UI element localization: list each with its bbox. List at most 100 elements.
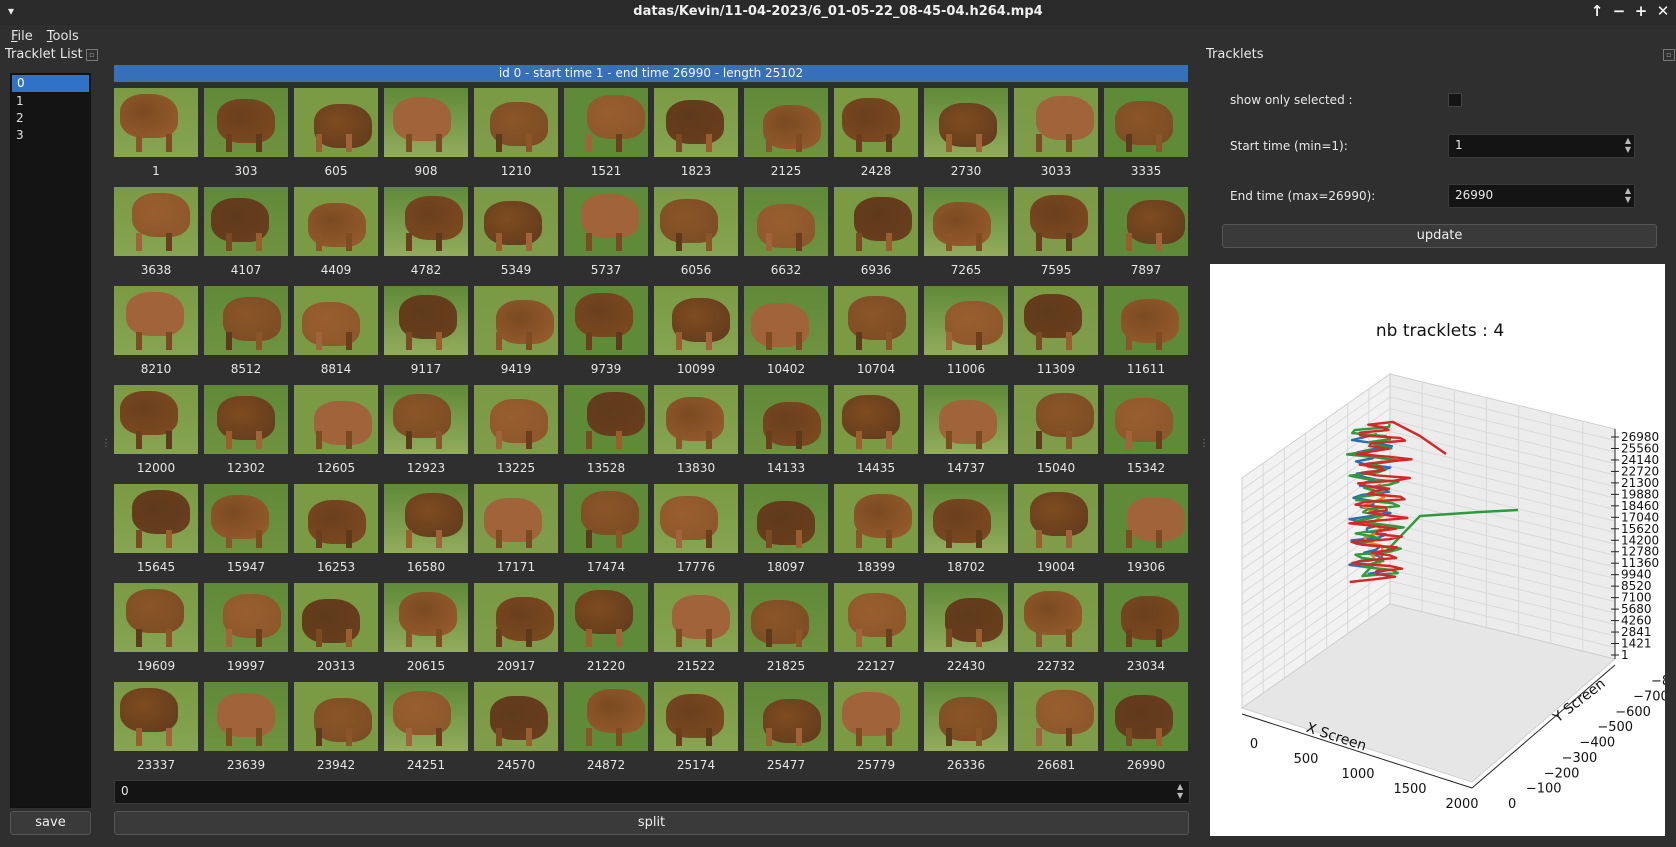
tracklet-list[interactable]: 0 1 2 3 <box>10 73 91 808</box>
frame-thumbnail[interactable]: 22127 <box>834 583 918 682</box>
split-frame-input[interactable]: 0 ▲ ▼ <box>114 780 1190 804</box>
close-icon[interactable]: ✕ <box>1656 2 1670 20</box>
spin-arrows-icon[interactable]: ▲ ▼ <box>1177 782 1187 800</box>
frame-thumbnail[interactable]: 605 <box>294 88 378 187</box>
frame-thumbnail[interactable]: 1521 <box>564 88 648 187</box>
frame-thumbnail[interactable]: 12923 <box>384 385 468 484</box>
frame-thumbnail[interactable]: 6936 <box>834 187 918 286</box>
show-only-selected-checkbox[interactable] <box>1448 93 1462 107</box>
list-item[interactable]: 0 <box>12 75 89 92</box>
frame-thumbnail[interactable]: 15342 <box>1104 385 1188 484</box>
frame-thumbnail[interactable]: 6056 <box>654 187 738 286</box>
frame-thumbnail[interactable]: 18702 <box>924 484 1008 583</box>
tracklet-3d-plot[interactable]: nb tracklets : 4 0 500 1000 1500 2000 X Scree… <box>1210 264 1676 836</box>
frame-thumbnail[interactable]: 19609 <box>114 583 198 682</box>
frame-thumbnail[interactable]: 7897 <box>1104 187 1188 286</box>
frame-thumbnail[interactable]: 19306 <box>1104 484 1188 583</box>
frame-thumbnail[interactable]: 17474 <box>564 484 648 583</box>
list-item[interactable]: 2 <box>11 110 90 127</box>
frame-thumbnail[interactable]: 20615 <box>384 583 468 682</box>
frame-thumbnail[interactable]: 5737 <box>564 187 648 286</box>
split-button[interactable]: split <box>114 811 1189 835</box>
frame-thumbnail[interactable]: 21825 <box>744 583 828 682</box>
frame-thumbnail[interactable]: 9419 <box>474 286 558 385</box>
spin-arrows-icon[interactable]: ▲ ▼ <box>1625 136 1631 154</box>
frame-thumbnail[interactable]: 9739 <box>564 286 648 385</box>
frame-thumbnail[interactable]: 12000 <box>114 385 198 484</box>
frame-thumbnail[interactable]: 12605 <box>294 385 378 484</box>
keep-above-icon[interactable]: ↑ <box>1590 2 1604 20</box>
frame-thumbnail[interactable]: 6632 <box>744 187 828 286</box>
frame-thumbnail[interactable]: 11006 <box>924 286 1008 385</box>
save-button[interactable]: save <box>10 811 91 835</box>
splitter-handle[interactable]: ⋮ <box>101 438 111 449</box>
frame-thumbnail[interactable]: 24570 <box>474 682 558 781</box>
frame-thumbnail[interactable]: 25477 <box>744 682 828 781</box>
frame-thumbnail[interactable]: 20917 <box>474 583 558 682</box>
list-item[interactable]: 3 <box>11 127 90 144</box>
frame-thumbnail[interactable]: 10704 <box>834 286 918 385</box>
frame-thumbnail[interactable]: 19004 <box>1014 484 1098 583</box>
frame-thumbnail[interactable]: 10402 <box>744 286 828 385</box>
frame-thumbnail[interactable]: 4107 <box>204 187 288 286</box>
frame-thumbnail[interactable]: 1 <box>114 88 198 187</box>
frame-thumbnail[interactable]: 2125 <box>744 88 828 187</box>
frame-thumbnail[interactable]: 23034 <box>1104 583 1188 682</box>
list-item[interactable]: 1 <box>11 93 90 110</box>
splitter-handle[interactable]: ⋮ <box>1199 438 1209 449</box>
menu-file[interactable]: File <box>11 29 33 44</box>
frame-thumbnail[interactable]: 21220 <box>564 583 648 682</box>
frame-thumbnail[interactable]: 26336 <box>924 682 1008 781</box>
frame-thumbnail[interactable]: 11611 <box>1104 286 1188 385</box>
frame-thumbnail[interactable]: 13830 <box>654 385 738 484</box>
frame-thumbnail[interactable]: 15040 <box>1014 385 1098 484</box>
frame-thumbnail[interactable]: 25779 <box>834 682 918 781</box>
frame-thumbnail[interactable]: 18097 <box>744 484 828 583</box>
frame-thumbnail[interactable]: 22732 <box>1014 583 1098 682</box>
frame-thumbnail[interactable]: 13225 <box>474 385 558 484</box>
frame-thumbnail[interactable]: 15947 <box>204 484 288 583</box>
frame-thumbnail[interactable]: 10099 <box>654 286 738 385</box>
frame-thumbnail[interactable]: 8814 <box>294 286 378 385</box>
frame-thumbnail[interactable]: 20313 <box>294 583 378 682</box>
frame-thumbnail[interactable]: 2730 <box>924 88 1008 187</box>
menu-tools[interactable]: Tools <box>47 29 79 44</box>
frame-thumbnail[interactable]: 25174 <box>654 682 738 781</box>
frame-thumbnail[interactable]: 18399 <box>834 484 918 583</box>
frame-thumbnail[interactable]: 26990 <box>1104 682 1188 781</box>
frame-thumbnail[interactable]: 14133 <box>744 385 828 484</box>
frame-thumbnail[interactable]: 16253 <box>294 484 378 583</box>
frame-thumbnail[interactable]: 5349 <box>474 187 558 286</box>
spin-arrows-icon[interactable]: ▲ ▼ <box>1625 186 1631 204</box>
frame-thumbnail[interactable]: 3033 <box>1014 88 1098 187</box>
frame-thumbnail[interactable]: 15645 <box>114 484 198 583</box>
end-time-input[interactable]: 26990 ▲ ▼ <box>1448 184 1635 208</box>
frame-thumbnail[interactable]: 7265 <box>924 187 1008 286</box>
frame-thumbnail[interactable]: 2428 <box>834 88 918 187</box>
frame-thumbnail[interactable]: 1210 <box>474 88 558 187</box>
frame-thumbnail[interactable]: 22430 <box>924 583 1008 682</box>
frame-thumbnail[interactable]: 23639 <box>204 682 288 781</box>
update-button[interactable]: update <box>1222 224 1657 248</box>
frame-thumbnail[interactable]: 24872 <box>564 682 648 781</box>
frame-thumbnail[interactable]: 1823 <box>654 88 738 187</box>
frame-thumbnail[interactable]: 23337 <box>114 682 198 781</box>
frame-thumbnail[interactable]: 14737 <box>924 385 1008 484</box>
dock-float-icon[interactable]: ▫ <box>1663 49 1675 61</box>
minimize-icon[interactable]: − <box>1612 2 1626 20</box>
start-time-input[interactable]: 1 ▲ ▼ <box>1448 134 1635 158</box>
frame-thumbnail[interactable]: 11309 <box>1014 286 1098 385</box>
frame-thumbnail[interactable]: 303 <box>204 88 288 187</box>
frame-thumbnail[interactable]: 7595 <box>1014 187 1098 286</box>
frame-thumbnail[interactable]: 24251 <box>384 682 468 781</box>
frame-thumbnail[interactable]: 21522 <box>654 583 738 682</box>
frame-thumbnail[interactable]: 3335 <box>1104 88 1188 187</box>
frame-thumbnail[interactable]: 8210 <box>114 286 198 385</box>
frame-thumbnail[interactable]: 14435 <box>834 385 918 484</box>
frame-thumbnail[interactable]: 9117 <box>384 286 468 385</box>
dock-float-icon[interactable]: ▫ <box>86 49 98 61</box>
frame-thumbnail[interactable]: 4409 <box>294 187 378 286</box>
frame-thumbnail[interactable]: 16580 <box>384 484 468 583</box>
frame-thumbnail[interactable]: 26681 <box>1014 682 1098 781</box>
frame-thumbnail[interactable]: 19997 <box>204 583 288 682</box>
